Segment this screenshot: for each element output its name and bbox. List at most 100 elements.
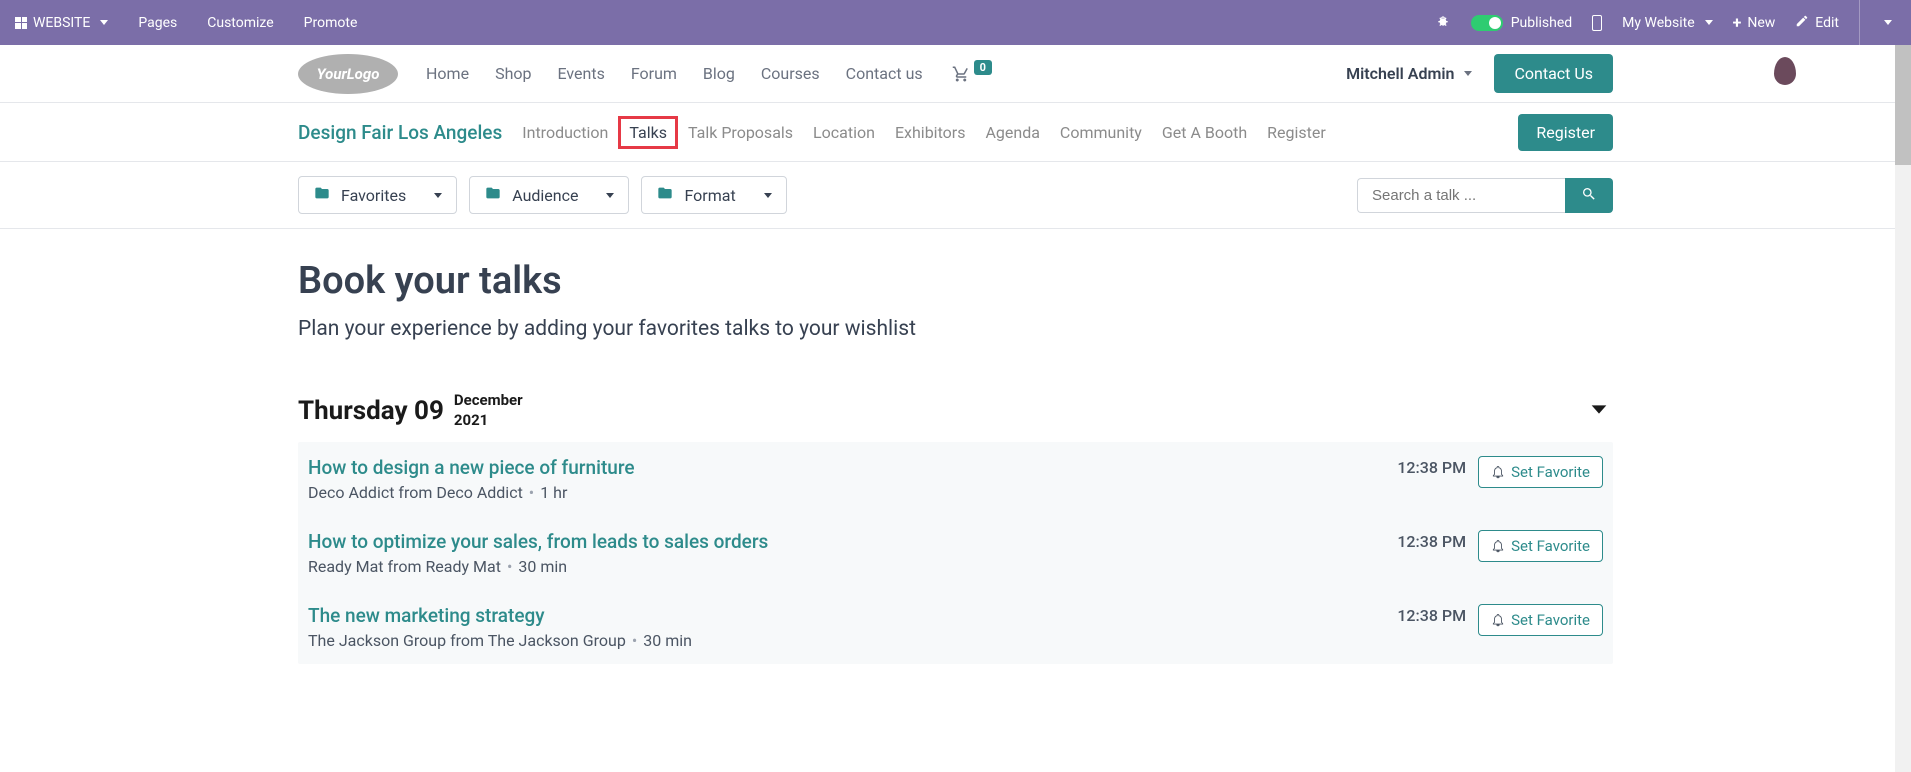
talk-subtitle: The Jackson Group from The Jackson Group…: [308, 631, 1397, 650]
tab-location[interactable]: Location: [803, 117, 885, 148]
page-content: Book your talks Plan your experience by …: [283, 229, 1628, 684]
filterbar: Favorites Audience Format: [283, 162, 1628, 228]
website-menu[interactable]: WEBSITE: [15, 15, 108, 31]
promote-menu[interactable]: Promote: [304, 15, 358, 31]
main-nav-links: Home Shop Events Forum Blog Courses Cont…: [426, 64, 923, 83]
customize-menu[interactable]: Customize: [207, 15, 273, 31]
admin-topbar: WEBSITE Pages Customize Promote Publishe…: [0, 0, 1911, 45]
page-heading: Book your talks: [298, 259, 1613, 303]
talk-title-link[interactable]: How to optimize your sales, from leads t…: [308, 530, 1397, 553]
bug-icon[interactable]: [1435, 13, 1451, 33]
cart-icon: [951, 65, 971, 83]
tab-exhibitors[interactable]: Exhibitors: [885, 117, 976, 148]
nav-home[interactable]: Home: [426, 64, 469, 83]
cart-button[interactable]: 0: [951, 65, 992, 83]
filter-audience[interactable]: Audience: [469, 176, 629, 214]
event-subnav: Design Fair Los Angeles Introduction Tal…: [283, 103, 1628, 161]
scrollbar-thumb[interactable]: [1895, 45, 1911, 165]
tab-talks[interactable]: Talks: [629, 123, 667, 142]
search-icon: [1581, 186, 1597, 202]
caret-down-icon: [764, 193, 772, 198]
folder-icon: [313, 185, 331, 205]
site-logo[interactable]: YourLogo: [298, 54, 398, 94]
tab-booth[interactable]: Get A Booth: [1152, 117, 1257, 148]
nav-contact[interactable]: Contact us: [846, 64, 923, 83]
event-title[interactable]: Design Fair Los Angeles: [298, 121, 502, 144]
published-label: Published: [1511, 15, 1572, 31]
bell-icon: [1491, 465, 1505, 479]
website-label: WEBSITE: [33, 15, 90, 31]
talk-main: How to optimize your sales, from leads t…: [308, 530, 1397, 576]
search-box: [1357, 178, 1613, 213]
tab-community[interactable]: Community: [1050, 117, 1152, 148]
pencil-icon: [1795, 14, 1809, 32]
day-collapse-toggle[interactable]: [1585, 398, 1613, 424]
theme-drop-icon: [1774, 57, 1796, 85]
publish-toggle-group: Published: [1471, 15, 1572, 31]
more-menu-caret[interactable]: [1884, 20, 1892, 25]
day-meta: December 2021: [454, 391, 523, 430]
page-subheading: Plan your experience by adding your favo…: [298, 317, 1613, 341]
register-button[interactable]: Register: [1518, 114, 1613, 151]
talk-time: 12:38 PM: [1397, 456, 1466, 477]
topbar-left: WEBSITE Pages Customize Promote: [15, 15, 357, 31]
bell-icon: [1491, 613, 1505, 627]
nav-courses[interactable]: Courses: [761, 64, 820, 83]
bell-icon: [1491, 539, 1505, 553]
tab-talks-highlight: Talks: [618, 116, 678, 149]
set-favorite-button[interactable]: Set Favorite: [1478, 456, 1603, 488]
talk-title-link[interactable]: How to design a new piece of furniture: [308, 456, 1397, 479]
talk-subtitle: Deco Addict from Deco Addict•1 hr: [308, 483, 1397, 502]
contact-us-button[interactable]: Contact Us: [1494, 54, 1613, 93]
folder-icon: [484, 185, 502, 205]
caret-down-icon: [1464, 71, 1472, 76]
search-input[interactable]: [1357, 178, 1565, 213]
tab-proposals[interactable]: Talk Proposals: [678, 117, 803, 148]
main-nav-wrap: YourLogo Home Shop Events Forum Blog Cou…: [0, 45, 1911, 103]
caret-down-icon: [1705, 20, 1713, 25]
filter-favorites[interactable]: Favorites: [298, 176, 457, 214]
tab-agenda[interactable]: Agenda: [975, 117, 1049, 148]
main-nav: YourLogo Home Shop Events Forum Blog Cou…: [283, 45, 1628, 102]
talk-main: How to design a new piece of furniture D…: [308, 456, 1397, 502]
edit-button[interactable]: Edit: [1795, 14, 1839, 32]
talk-title-link[interactable]: The new marketing strategy: [308, 604, 1397, 627]
event-tabs: Introduction Talks Talk Proposals Locati…: [512, 116, 1336, 149]
tab-register[interactable]: Register: [1257, 117, 1336, 148]
day-year: 2021: [454, 411, 523, 431]
scrollbar[interactable]: [1895, 45, 1911, 772]
search-button[interactable]: [1565, 178, 1613, 213]
talk-row: How to design a new piece of furniture D…: [298, 442, 1613, 516]
pages-menu[interactable]: Pages: [138, 15, 177, 31]
talks-list: How to design a new piece of furniture D…: [298, 442, 1613, 664]
nav-forum[interactable]: Forum: [631, 64, 677, 83]
divider: [1859, 0, 1860, 45]
new-button[interactable]: + New: [1733, 13, 1776, 32]
talk-main: The new marketing strategy The Jackson G…: [308, 604, 1397, 650]
tab-introduction[interactable]: Introduction: [512, 117, 618, 148]
nav-blog[interactable]: Blog: [703, 64, 735, 83]
cart-count-badge: 0: [974, 60, 992, 75]
filter-format[interactable]: Format: [641, 176, 786, 214]
main-nav-right: Mitchell Admin Contact Us: [1346, 54, 1613, 93]
set-favorite-button[interactable]: Set Favorite: [1478, 604, 1603, 636]
nav-shop[interactable]: Shop: [495, 64, 531, 83]
apps-icon: [15, 17, 27, 29]
set-favorite-button[interactable]: Set Favorite: [1478, 530, 1603, 562]
topbar-right: Published My Website + New Edit: [1435, 0, 1896, 45]
talk-subtitle: Ready Mat from Ready Mat•30 min: [308, 557, 1397, 576]
talk-time: 12:38 PM: [1397, 530, 1466, 551]
caret-down-icon: [606, 193, 614, 198]
user-menu[interactable]: Mitchell Admin: [1346, 64, 1472, 83]
day-header: Thursday 09 December 2021: [298, 391, 1613, 430]
chevron-down-icon: [1585, 398, 1613, 420]
mobile-preview-icon[interactable]: [1592, 15, 1602, 31]
caret-down-icon: [100, 20, 108, 25]
nav-events[interactable]: Events: [557, 64, 604, 83]
plus-icon: +: [1733, 13, 1742, 32]
publish-toggle[interactable]: [1471, 15, 1503, 31]
talk-row: How to optimize your sales, from leads t…: [298, 516, 1613, 590]
caret-down-icon: [434, 193, 442, 198]
talk-row: The new marketing strategy The Jackson G…: [298, 590, 1613, 664]
website-selector[interactable]: My Website: [1622, 15, 1712, 31]
